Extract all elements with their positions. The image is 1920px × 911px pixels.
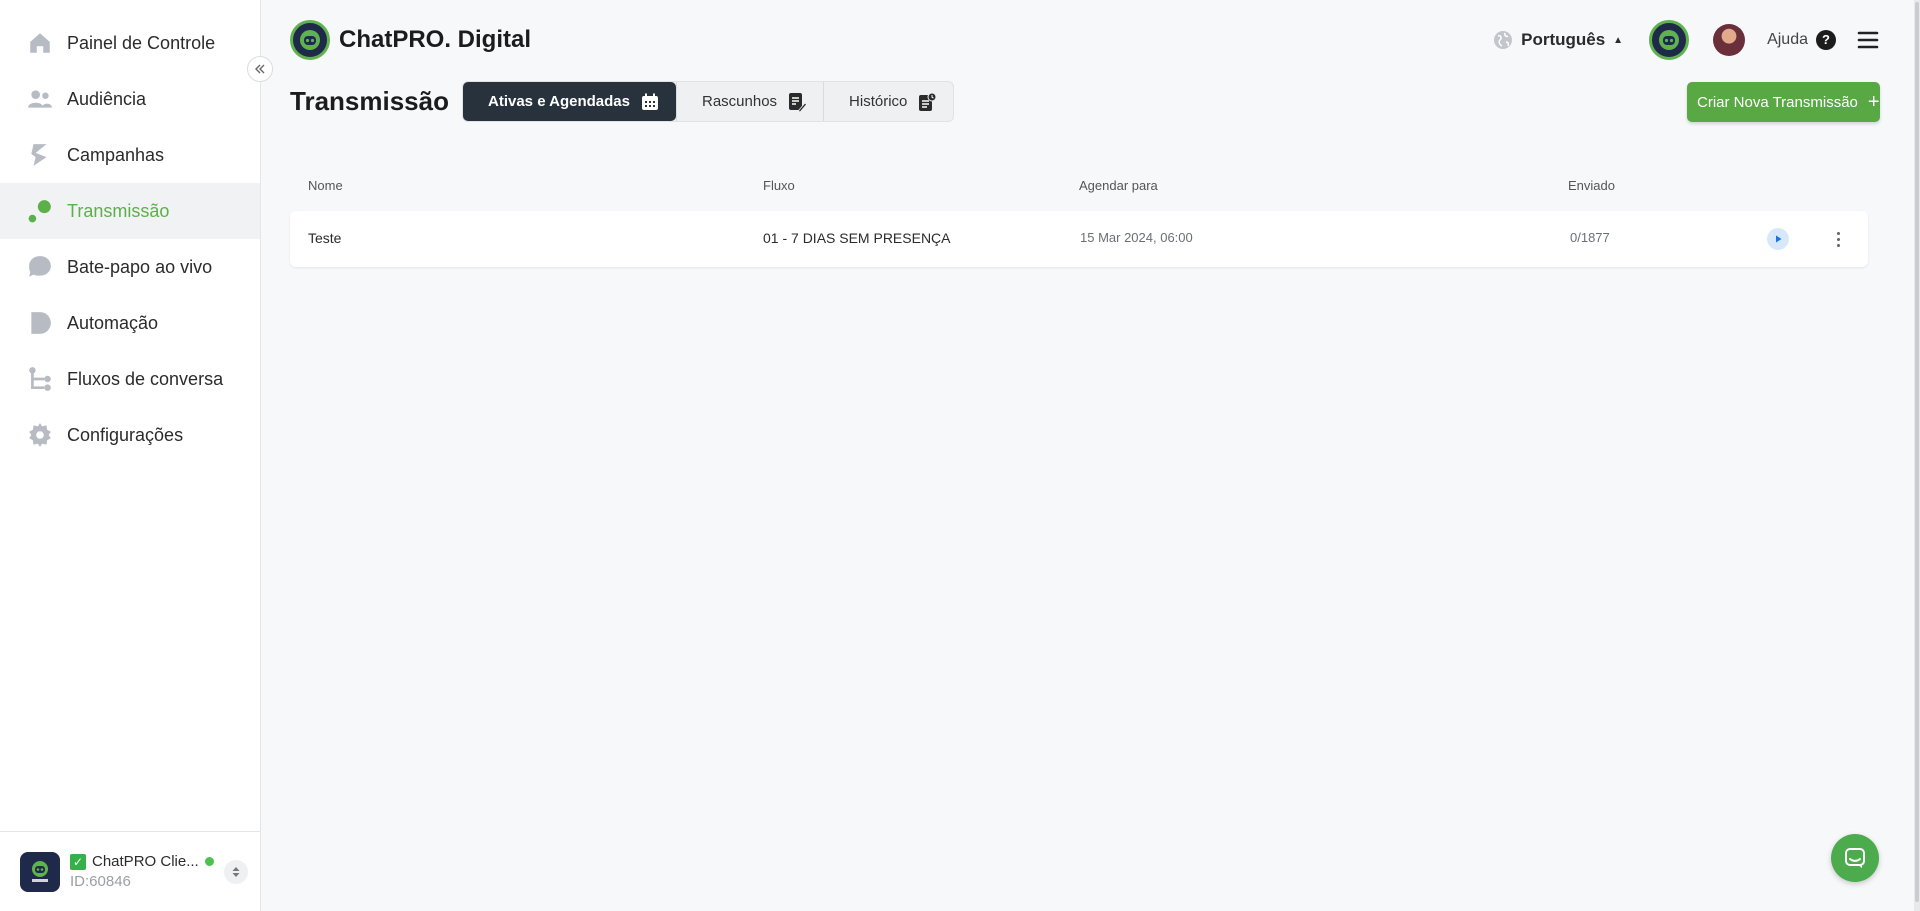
- brand-name: ChatPRO. Digital: [339, 26, 532, 53]
- account-name: ChatPRO Clie...: [92, 853, 199, 870]
- chat-robot-icon: [1659, 30, 1680, 50]
- tab-ativas-agendadas[interactable]: Ativas e Agendadas: [463, 82, 676, 121]
- question-mark-icon: ?: [1816, 30, 1836, 50]
- account-switch-icon[interactable]: [224, 860, 248, 884]
- automation-icon: [27, 310, 53, 336]
- sidebar-item-audiencia[interactable]: Audiência: [0, 71, 260, 127]
- column-header-agendar: Agendar para: [1079, 178, 1158, 193]
- cell-fluxo: 01 - 7 DIAS SEM PRESENÇA: [763, 230, 951, 246]
- gear-icon: [27, 422, 53, 448]
- cell-enviado: 0/1877: [1570, 230, 1610, 245]
- chat-bubble-icon: [27, 254, 53, 280]
- sidebar-item-automacao[interactable]: Automação: [0, 295, 260, 351]
- collapse-sidebar-button[interactable]: [247, 56, 273, 82]
- sidebar-item-campanhas[interactable]: Campanhas: [0, 127, 260, 183]
- sidebar-item-label: Painel de Controle: [67, 32, 216, 53]
- home-icon: [27, 30, 53, 56]
- account-id: ID:60846: [70, 873, 131, 890]
- table-row[interactable]: Teste 01 - 7 DIAS SEM PRESENÇA 15 Mar 20…: [290, 211, 1868, 267]
- account-logo: [20, 851, 60, 892]
- tab-rascunhos[interactable]: Rascunhos: [676, 82, 823, 121]
- top-header: ChatPRO. Digital Português ▲ Ajuda ?: [262, 0, 1920, 80]
- double-chevron-left-icon: [255, 64, 265, 74]
- tab-label: Ativas e Agendadas: [488, 93, 630, 110]
- table-header: Nome Fluxo Agendar para Enviado: [290, 178, 1868, 198]
- sidebar-item-label: Fluxos de conversa: [67, 368, 224, 389]
- sidebar-item-label: Automação: [67, 312, 159, 333]
- campaign-icon: [27, 142, 53, 168]
- column-header-fluxo: Fluxo: [763, 178, 795, 193]
- bot-avatar[interactable]: [1649, 20, 1690, 60]
- plus-icon: +: [1867, 90, 1880, 113]
- cell-agendar: 15 Mar 2024, 06:00: [1080, 230, 1193, 245]
- sidebar-item-painel[interactable]: Painel de Controle: [0, 15, 260, 71]
- column-header-enviado: Enviado: [1568, 178, 1615, 193]
- language-label: Português: [1521, 30, 1606, 49]
- hamburger-menu-icon[interactable]: [1856, 28, 1880, 52]
- brand[interactable]: ChatPRO. Digital: [290, 20, 531, 60]
- play-icon[interactable]: [1767, 228, 1789, 250]
- calendar-icon: [642, 93, 658, 110]
- chat-robot-logo-icon: [290, 20, 330, 60]
- sidebar-item-label: Campanhas: [67, 144, 165, 165]
- user-avatar[interactable]: [1713, 24, 1746, 56]
- online-status-icon: [204, 857, 214, 866]
- column-header-nome: Nome: [308, 178, 343, 193]
- sidebar-item-bate-papo[interactable]: Bate-papo ao vivo: [0, 239, 260, 295]
- sidebar-item-transmissao[interactable]: Transmissão: [0, 183, 260, 239]
- page-scrollbar[interactable]: [1914, 0, 1920, 911]
- people-icon: [27, 86, 53, 112]
- draft-icon: [789, 92, 808, 112]
- more-options-icon[interactable]: [1833, 228, 1843, 250]
- sidebar-nav: Painel de Controle Audiência Campanhas T…: [0, 15, 260, 463]
- help-label: Ajuda: [1767, 31, 1808, 48]
- sidebar-item-fluxos[interactable]: Fluxos de conversa: [0, 351, 260, 407]
- header-actions: Português ▲ Ajuda ?: [1493, 20, 1880, 60]
- broadcast-tabs: Ativas e Agendadas Rascunhos Histórico: [462, 81, 955, 122]
- account-switcher[interactable]: ✓ ChatPRO Clie... ID:60846: [0, 831, 260, 911]
- tab-label: Rascunhos: [702, 93, 778, 110]
- sidebar-item-label: Bate-papo ao vivo: [67, 256, 213, 277]
- create-broadcast-button[interactable]: Criar Nova Transmissão +: [1687, 82, 1880, 122]
- sidebar-item-label: Audiência: [67, 88, 147, 109]
- sidebar-item-label: Transmissão: [67, 200, 170, 221]
- sidebar-item-label: Configurações: [67, 424, 184, 445]
- sidebar-item-configuracoes[interactable]: Configurações: [0, 407, 260, 463]
- chat-launcher-button[interactable]: [1831, 834, 1879, 882]
- caret-up-icon: ▲: [1613, 34, 1624, 46]
- sidebar: Painel de Controle Audiência Campanhas T…: [0, 0, 261, 911]
- chat-icon: [1845, 848, 1865, 868]
- account-info: ✓ ChatPRO Clie... ID:60846: [70, 853, 214, 890]
- check-icon: ✓: [70, 853, 86, 870]
- tab-historico[interactable]: Histórico: [823, 82, 953, 121]
- language-selector[interactable]: Português ▲: [1493, 30, 1623, 50]
- history-icon: [919, 92, 937, 111]
- globe-icon: [1494, 31, 1513, 49]
- cell-nome: Teste: [308, 230, 342, 246]
- page-title: Transmissão: [290, 86, 449, 116]
- create-broadcast-label: Criar Nova Transmissão: [1697, 93, 1858, 111]
- chat-robot-icon: [32, 860, 48, 882]
- tab-label: Histórico: [849, 93, 908, 110]
- flow-icon: [27, 366, 53, 392]
- broadcast-icon: [27, 198, 53, 224]
- help-button[interactable]: Ajuda ?: [1767, 30, 1836, 50]
